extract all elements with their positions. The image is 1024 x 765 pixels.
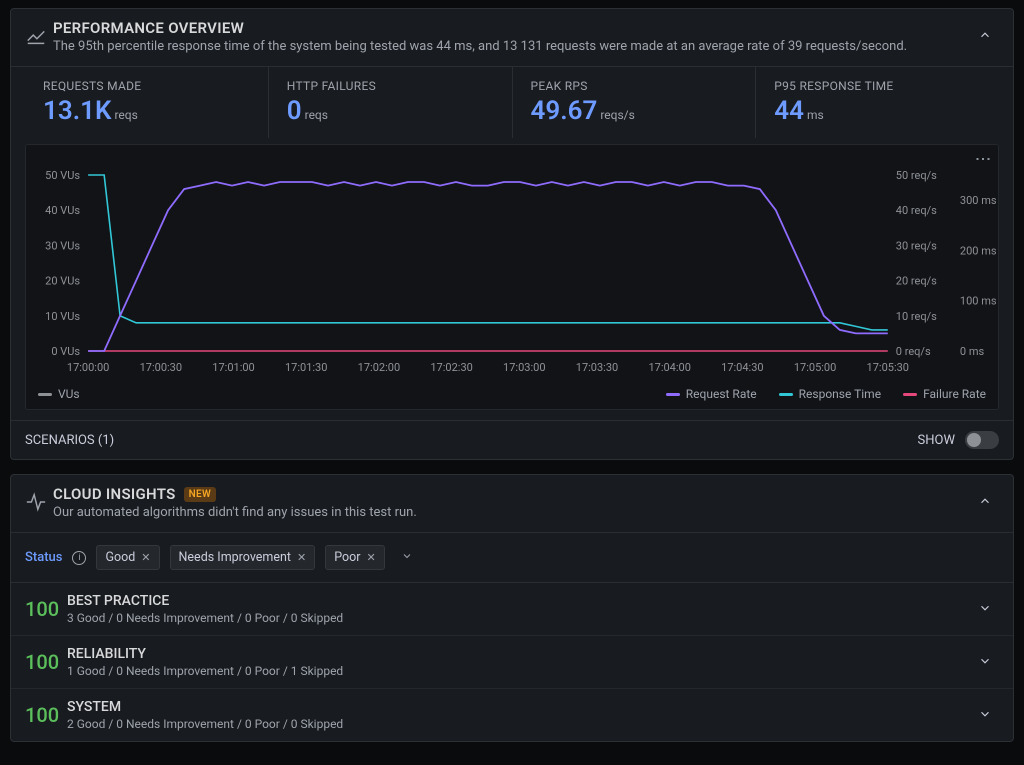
status-filter-label: Status xyxy=(25,550,62,565)
chip-needs-improvement[interactable]: Needs Improvement✕ xyxy=(170,545,316,570)
svg-text:30 req/s: 30 req/s xyxy=(896,239,937,252)
svg-text:17:01:30: 17:01:30 xyxy=(285,361,327,374)
legend-request-rate: Request Rate xyxy=(686,387,757,401)
chip-poor[interactable]: Poor✕ xyxy=(325,545,385,570)
http-failures-value: 0reqs xyxy=(287,96,494,126)
info-icon[interactable]: i xyxy=(72,551,86,565)
svg-text:20 req/s: 20 req/s xyxy=(896,275,937,288)
activity-icon xyxy=(25,491,53,517)
svg-text:10 req/s: 10 req/s xyxy=(896,310,937,323)
chart-line-icon xyxy=(25,25,53,51)
insight-row-best-practice[interactable]: 100 BEST PRACTICE 3 Good / 0 Needs Impro… xyxy=(11,583,1013,635)
insight-row-reliability[interactable]: 100 RELIABILITY 1 Good / 0 Needs Improve… xyxy=(11,635,1013,688)
requests-made-value: 13.1Kreqs xyxy=(43,96,250,126)
svg-text:100 ms: 100 ms xyxy=(960,295,997,308)
svg-text:0 req/s: 0 req/s xyxy=(896,345,931,358)
svg-text:10 VUs: 10 VUs xyxy=(45,310,80,323)
requests-made-label: REQUESTS MADE xyxy=(43,79,250,93)
legend-response-time: Response Time xyxy=(799,387,881,401)
svg-text:17:02:00: 17:02:00 xyxy=(358,361,400,374)
p95-value: 44ms xyxy=(774,96,981,126)
close-icon[interactable]: ✕ xyxy=(297,551,306,564)
insight-row-system[interactable]: 100 SYSTEM 2 Good / 0 Needs Improvement … xyxy=(11,688,1013,741)
http-failures-label: HTTP FAILURES xyxy=(287,79,494,93)
chart-legend: VUs Request Rate Response Time Failure R… xyxy=(26,385,998,409)
peak-rps-value: 49.67reqs/s xyxy=(531,96,738,126)
legend-vus: VUs xyxy=(58,387,80,401)
scenarios-label: SCENARIOS (1) xyxy=(25,433,114,448)
performance-chart: ⋮ 0 VUs 10 VUs 20 VUs 30 VUs 40 VUs 50 VUs 0 r… xyxy=(25,144,999,410)
expand-row-icon[interactable] xyxy=(971,600,999,619)
svg-text:17:00:00: 17:00:00 xyxy=(67,361,109,374)
p95-label: P95 RESPONSE TIME xyxy=(774,79,981,93)
svg-text:17:04:00: 17:04:00 xyxy=(648,361,690,374)
svg-text:40 VUs: 40 VUs xyxy=(45,204,80,217)
svg-text:20 VUs: 20 VUs xyxy=(45,275,80,288)
svg-text:17:03:00: 17:03:00 xyxy=(503,361,545,374)
svg-text:40 req/s: 40 req/s xyxy=(896,204,937,217)
svg-text:300 ms: 300 ms xyxy=(960,194,997,207)
performance-panel: PERFORMANCE OVERVIEW The 95th percentile… xyxy=(10,8,1014,460)
show-label: SHOW xyxy=(918,433,955,448)
chip-good[interactable]: Good✕ xyxy=(96,545,159,570)
performance-title: PERFORMANCE OVERVIEW xyxy=(53,19,971,37)
performance-subtitle: The 95th percentile response time of the… xyxy=(53,39,971,54)
new-badge: NEW xyxy=(184,487,216,502)
close-icon[interactable]: ✕ xyxy=(141,551,150,564)
svg-text:30 VUs: 30 VUs xyxy=(45,239,80,252)
svg-text:17:02:30: 17:02:30 xyxy=(430,361,472,374)
filter-dropdown-button[interactable] xyxy=(395,546,419,570)
chart-menu-icon[interactable]: ⋮ xyxy=(976,151,990,167)
close-icon[interactable]: ✕ xyxy=(367,551,376,564)
svg-text:17:04:30: 17:04:30 xyxy=(721,361,763,374)
svg-text:17:00:30: 17:00:30 xyxy=(140,361,182,374)
svg-text:17:03:30: 17:03:30 xyxy=(576,361,618,374)
svg-text:17:01:00: 17:01:00 xyxy=(212,361,254,374)
insights-subtitle: Our automated algorithms didn't find any… xyxy=(53,505,971,520)
collapse-insights-button[interactable] xyxy=(971,493,999,512)
svg-text:50 req/s: 50 req/s xyxy=(896,169,937,182)
svg-text:17:05:00: 17:05:00 xyxy=(794,361,836,374)
scenarios-toggle[interactable] xyxy=(965,431,999,449)
peak-rps-label: PEAK RPS xyxy=(531,79,738,93)
collapse-performance-button[interactable] xyxy=(971,27,999,46)
svg-text:0 VUs: 0 VUs xyxy=(51,345,80,358)
svg-text:0 ms: 0 ms xyxy=(960,345,985,358)
expand-row-icon[interactable] xyxy=(971,706,999,725)
legend-failure-rate: Failure Rate xyxy=(923,387,986,401)
expand-row-icon[interactable] xyxy=(971,653,999,672)
svg-text:50 VUs: 50 VUs xyxy=(45,169,80,182)
insights-title: CLOUD INSIGHTS xyxy=(53,485,176,503)
svg-text:200 ms: 200 ms xyxy=(960,244,997,257)
insights-panel: CLOUD INSIGHTS NEW Our automated algorit… xyxy=(10,474,1014,742)
stats-row: REQUESTS MADE 13.1Kreqs HTTP FAILURES 0r… xyxy=(11,66,1013,138)
svg-text:17:05:30: 17:05:30 xyxy=(867,361,909,374)
